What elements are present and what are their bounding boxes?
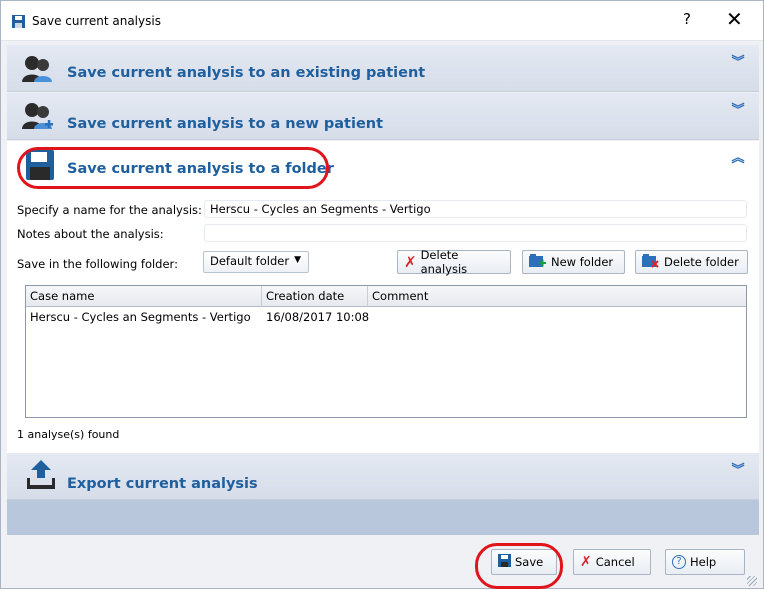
patient-add-icon bbox=[21, 101, 55, 134]
patient-group-icon bbox=[21, 54, 55, 85]
analysis-table[interactable]: Case name Creation date Comment Herscu -… bbox=[25, 285, 747, 418]
close-button[interactable]: ✕ bbox=[726, 7, 743, 31]
help-circle-icon: ? bbox=[672, 555, 686, 569]
resize-grip[interactable] bbox=[747, 576, 757, 586]
cancel-x-icon: ✗ bbox=[580, 554, 592, 570]
delete-folder-button[interactable]: Delete folder bbox=[635, 250, 748, 274]
export-upload-icon bbox=[27, 460, 55, 493]
caret-down-icon: ▼ bbox=[294, 255, 301, 265]
new-folder-button[interactable]: New folder bbox=[522, 250, 625, 274]
save-label: Save bbox=[515, 555, 544, 569]
new-folder-icon bbox=[529, 253, 547, 271]
cancel-label: Cancel bbox=[595, 555, 635, 569]
folder-select-value: Default folder bbox=[210, 254, 290, 268]
chevron-down-icon[interactable]: ︾ bbox=[731, 56, 745, 69]
folder-panel: Specify a name for the analysis: Herscu … bbox=[7, 191, 759, 453]
window-title: Save current analysis bbox=[32, 14, 161, 28]
save-button[interactable]: Save bbox=[491, 549, 557, 575]
delete-analysis-label: Delete analysis bbox=[420, 248, 468, 276]
section-new-patient[interactable]: Save current analysis to a new patient ︾ bbox=[7, 93, 759, 140]
cancel-button[interactable]: ✗ Cancel bbox=[573, 549, 651, 575]
chevron-down-icon[interactable]: ︾ bbox=[731, 104, 745, 117]
chevron-down-icon[interactable]: ︾ bbox=[731, 464, 745, 477]
help-button[interactable]: ? Help bbox=[665, 549, 745, 575]
empty-area bbox=[7, 500, 759, 535]
column-header-comment[interactable]: Comment bbox=[368, 286, 746, 307]
notes-input[interactable] bbox=[204, 224, 747, 242]
name-label: Specify a name for the analysis: bbox=[17, 203, 202, 217]
delete-folder-icon bbox=[642, 253, 660, 271]
section-existing-patient-title: Save current analysis to an existing pat… bbox=[67, 65, 426, 81]
delete-analysis-button[interactable]: ✗ Delete analysis bbox=[397, 248, 511, 276]
section-folder[interactable]: Save current analysis to a folder ︽ bbox=[7, 141, 759, 191]
new-folder-label: New folder bbox=[551, 255, 614, 269]
column-header-case-name[interactable]: Case name bbox=[26, 286, 262, 307]
dialog-footer: Save ✗ Cancel ? Help bbox=[7, 535, 759, 588]
floppy-disk-icon bbox=[12, 15, 25, 31]
save-analysis-dialog: Save current analysis ? ✕ Save current a… bbox=[0, 0, 764, 589]
section-existing-patient[interactable]: Save current analysis to an existing pat… bbox=[7, 45, 759, 92]
notes-label: Notes about the analysis: bbox=[17, 227, 164, 241]
title-bar: Save current analysis ? ✕ bbox=[1, 1, 763, 41]
help-title-button[interactable]: ? bbox=[683, 10, 691, 28]
floppy-disk-icon bbox=[26, 150, 54, 183]
column-header-creation-date[interactable]: Creation date bbox=[262, 286, 368, 307]
help-label: Help bbox=[690, 555, 717, 569]
analysis-name-input[interactable]: Herscu - Cycles an Segments - Vertigo bbox=[204, 200, 747, 218]
cell-creation-date: 16/08/2017 10:08 bbox=[266, 310, 370, 324]
floppy-disk-icon bbox=[498, 554, 511, 570]
results-count: 1 analyse(s) found bbox=[17, 428, 120, 441]
section-export[interactable]: Export current analysis ︾ bbox=[7, 453, 759, 500]
table-header: Case name Creation date Comment bbox=[26, 286, 746, 307]
folder-label: Save in the following folder: bbox=[17, 257, 178, 271]
folder-select[interactable]: Default folder ▼ bbox=[203, 251, 309, 273]
delete-x-icon: ✗ bbox=[404, 253, 417, 271]
cell-case-name: Herscu - Cycles an Segments - Vertigo bbox=[30, 310, 251, 324]
section-folder-title: Save current analysis to a folder bbox=[67, 161, 334, 177]
section-export-title: Export current analysis bbox=[67, 476, 258, 492]
section-new-patient-title: Save current analysis to a new patient bbox=[67, 116, 384, 132]
chevron-up-icon[interactable]: ︽ bbox=[731, 152, 745, 165]
delete-folder-label: Delete folder bbox=[664, 255, 739, 269]
